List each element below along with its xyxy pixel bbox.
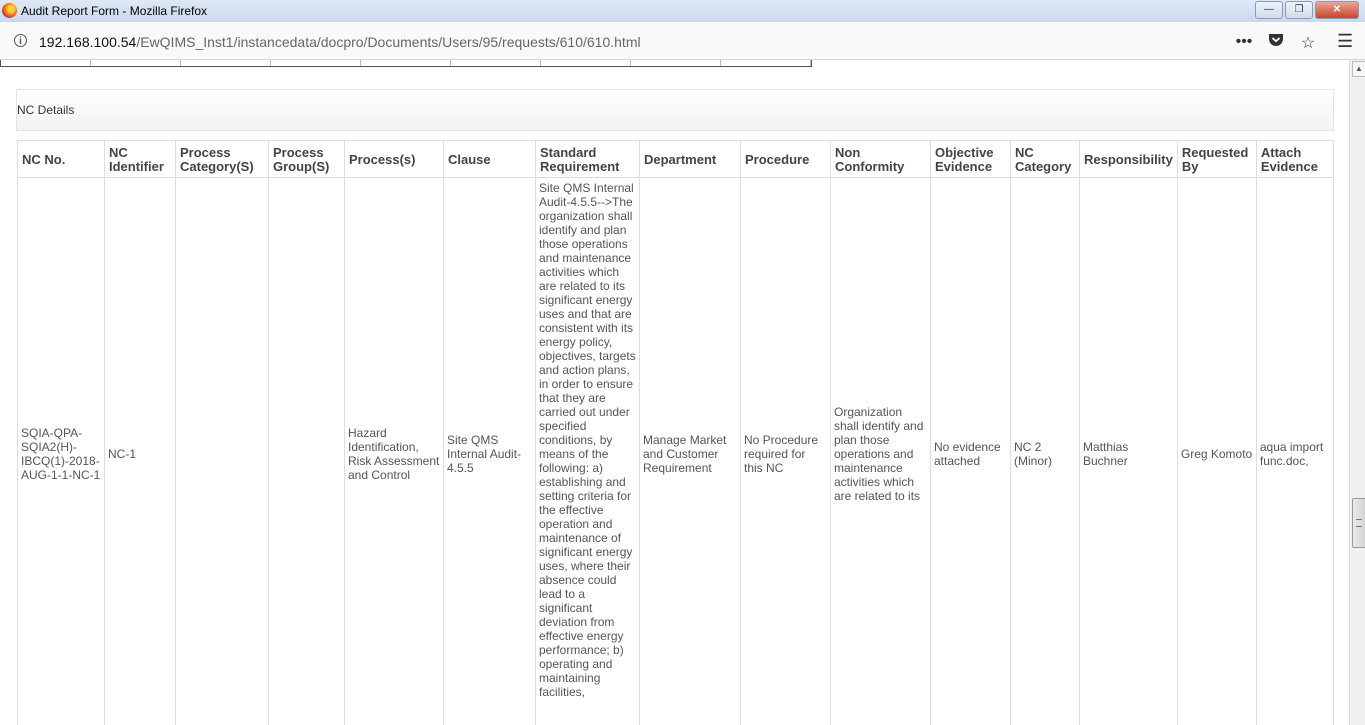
pocket-icon[interactable] (1266, 33, 1286, 53)
column-header-nc-no: NC No. (17, 140, 105, 178)
nc-details-table: NC No. NC Identifier Process Category(S)… (17, 140, 1334, 725)
scroll-up-arrow-icon[interactable]: ▲ (1352, 61, 1365, 77)
url-bar[interactable]: i 192.168.100.54/EwQIMS_Inst1/instanceda… (6, 27, 1332, 55)
cell-nc-no: SQIA-QPA-SQIA2(H)-IBCQ(1)-2018-AUG-1-1-N… (17, 177, 105, 725)
table-row: SQIA-QPA-SQIA2(H)-IBCQ(1)-2018-AUG-1-1-N… (17, 177, 1334, 725)
column-header-processes: Process(s) (344, 140, 444, 178)
cell-requested-by: Greg Komoto (1176, 177, 1257, 725)
previous-table-cell (631, 60, 721, 66)
cell-attach-evidence[interactable]: aqua import func.doc, (1255, 177, 1334, 725)
previous-table-cell (1, 60, 91, 66)
column-header-process-category: Process Category(S) (175, 140, 269, 178)
column-header-non-conformity: Non Conformity (830, 140, 931, 178)
previous-table-cell (361, 60, 451, 66)
window-controls: — ❐ ✕ (1255, 1, 1359, 19)
site-info-icon[interactable]: i (14, 34, 27, 47)
cell-process-group (268, 177, 345, 725)
close-button[interactable]: ✕ (1315, 1, 1359, 19)
column-header-department: Department (639, 140, 741, 178)
column-header-nc-identifier: NC Identifier (104, 140, 176, 178)
menu-icon[interactable]: ☰ (1337, 31, 1353, 52)
previous-table-cell (451, 60, 541, 66)
page-actions-icon[interactable]: ••• (1234, 33, 1254, 53)
column-header-nc-category: NC Category (1010, 140, 1080, 178)
cell-procedure: No Procedure required for this NC (740, 177, 831, 725)
cell-non-conformity: Organization shall identify and plan tho… (830, 177, 931, 725)
column-header-attach-evidence: Attach Evidence (1255, 140, 1334, 178)
previous-table-cell (91, 60, 181, 66)
previous-table-bottom (0, 60, 812, 67)
cell-responsibility: Matthias Buchner (1079, 177, 1178, 725)
column-header-requested-by: Requested By (1176, 140, 1257, 178)
column-header-procedure: Procedure (740, 140, 831, 178)
browser-toolbar: i 192.168.100.54/EwQIMS_Inst1/instanceda… (0, 22, 1365, 60)
url-text[interactable]: 192.168.100.54/EwQIMS_Inst1/instancedata… (39, 34, 641, 50)
scroll-thumb[interactable] (1352, 498, 1365, 548)
url-path: /EwQIMS_Inst1/instancedata/docpro/Docume… (136, 34, 641, 50)
cell-clause: Site QMS Internal Audit-4.5.5 (443, 177, 536, 725)
firefox-logo-icon (2, 3, 17, 18)
cell-objective-evidence: No evidence attached (930, 177, 1011, 725)
previous-table-cell (721, 60, 811, 66)
page-content: NC Details NC No. NC Identifier Process … (0, 60, 1349, 725)
nc-details-section: NC Details (16, 89, 1334, 131)
column-header-standard-requirement: Standard Requirement (535, 140, 640, 178)
table-header-row: NC No. NC Identifier Process Category(S)… (17, 140, 1334, 178)
url-host: 192.168.100.54 (39, 34, 137, 50)
url-bar-actions: ••• ☆ (1234, 33, 1318, 53)
previous-table-cell (271, 60, 361, 66)
column-header-clause: Clause (443, 140, 536, 178)
cell-processes: Hazard Identification, Risk Assessment a… (344, 177, 444, 725)
column-header-process-group: Process Group(S) (268, 140, 345, 178)
column-header-objective-evidence: Objective Evidence (930, 140, 1011, 178)
previous-table-cell (541, 60, 631, 66)
previous-table-cell (181, 60, 271, 66)
cell-standard-requirement: Site QMS Internal Audit-4.5.5-->The orga… (535, 177, 640, 725)
window-title: Audit Report Form - Mozilla Firefox (21, 4, 208, 18)
cell-process-category (175, 177, 269, 725)
minimize-button[interactable]: — (1255, 1, 1283, 19)
cell-department: Manage Market and Customer Requirement (639, 177, 741, 725)
cell-nc-category: NC 2 (Minor) (1010, 177, 1080, 725)
column-header-responsibility: Responsibility (1079, 140, 1178, 178)
section-title: NC Details (17, 103, 75, 117)
vertical-scrollbar[interactable]: ▲ (1349, 60, 1365, 725)
maximize-button[interactable]: ❐ (1285, 1, 1313, 19)
window-titlebar: Audit Report Form - Mozilla Firefox — ❐ … (0, 0, 1365, 23)
cell-nc-identifier: NC-1 (104, 177, 176, 725)
bookmark-star-icon[interactable]: ☆ (1298, 33, 1318, 53)
